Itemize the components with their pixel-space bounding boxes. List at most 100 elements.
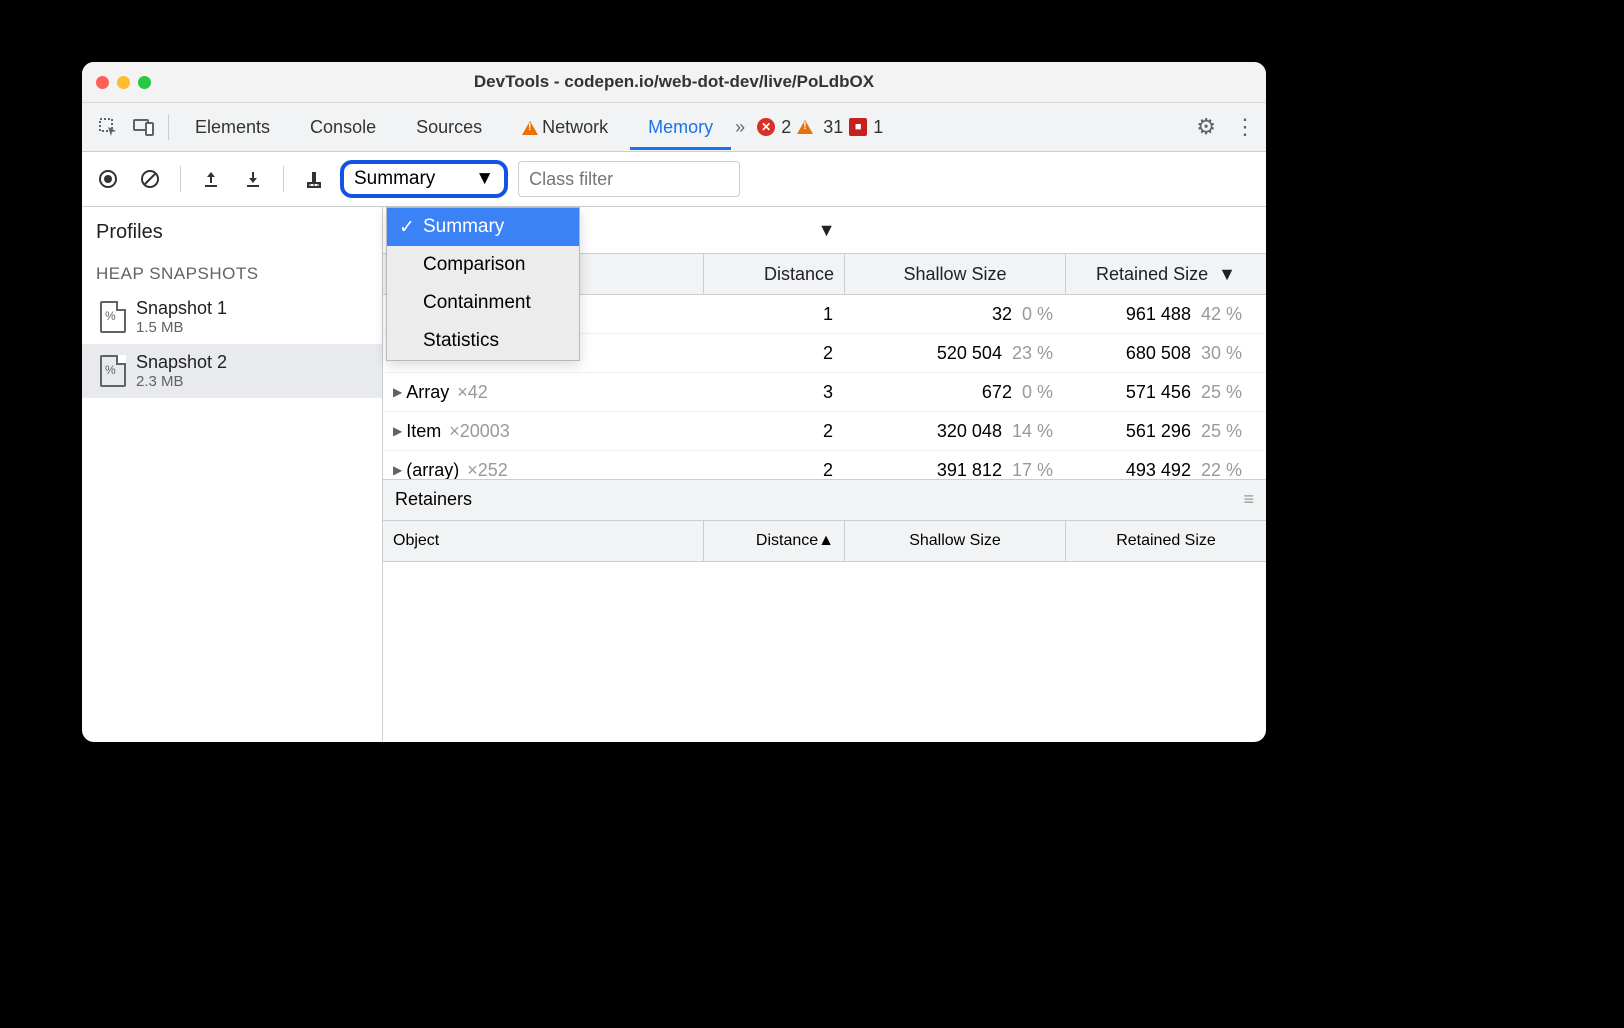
snapshot-icon: [100, 301, 126, 333]
memory-toolbar: Summary ▼: [82, 152, 1266, 207]
shallow-pct: 23 %: [1012, 343, 1053, 364]
issues-badge-icon[interactable]: ■: [849, 118, 867, 136]
separator: [180, 166, 181, 192]
retained-value: 680 508: [1126, 343, 1191, 364]
distance-value: 2: [703, 421, 843, 442]
snapshot-name: Snapshot 1: [136, 298, 227, 319]
inspect-icon[interactable]: [92, 111, 124, 143]
expand-icon[interactable]: ▶: [393, 424, 402, 438]
view-select-label: Summary: [354, 168, 435, 190]
sidebar-title: Profiles: [82, 207, 382, 258]
record-button[interactable]: [92, 163, 124, 195]
retained-pct: 25 %: [1201, 421, 1242, 442]
main-panel: Summary Comparison Containment Statistic…: [383, 207, 1266, 742]
tab-bar: Elements Console Sources Network Memory …: [82, 103, 1266, 152]
distance-value: 2: [703, 343, 843, 364]
retainers-col-retained[interactable]: Retained Size: [1066, 521, 1266, 561]
garbage-collect-icon[interactable]: [298, 163, 330, 195]
snapshot-size: 2.3 MB: [136, 373, 227, 390]
view-dropdown: Summary Comparison Containment Statistic…: [386, 207, 580, 361]
retained-pct: 22 %: [1201, 460, 1242, 479]
retainers-columns: Object Distance▲ Shallow Size Retained S…: [383, 520, 1266, 562]
error-count: 2: [781, 117, 791, 138]
instance-count: ×42: [457, 382, 488, 403]
sidebar-toggle-icon[interactable]: ≡: [1243, 489, 1254, 510]
dropdown-item-statistics[interactable]: Statistics: [387, 322, 579, 360]
upload-icon[interactable]: [195, 163, 227, 195]
shallow-pct: 0 %: [1022, 304, 1053, 325]
retained-pct: 30 %: [1201, 343, 1242, 364]
retainers-col-distance[interactable]: Distance▲: [704, 521, 845, 561]
column-shallow-size[interactable]: Shallow Size: [845, 254, 1066, 294]
warning-icon: [522, 121, 538, 135]
device-toggle-icon[interactable]: [128, 111, 160, 143]
devtools-window: DevTools - codepen.io/web-dot-dev/live/P…: [82, 62, 1266, 742]
more-options-icon[interactable]: ⋮: [1234, 114, 1256, 140]
constructor-name: (array): [406, 460, 459, 479]
tab-elements[interactable]: Elements: [177, 105, 288, 150]
column-distance[interactable]: Distance: [704, 254, 845, 294]
tab-console[interactable]: Console: [292, 105, 394, 150]
dropdown-item-containment[interactable]: Containment: [387, 284, 579, 322]
dropdown-arrow-icon: ▼: [475, 168, 494, 190]
sort-asc-icon: ▲: [818, 532, 834, 550]
retained-pct: 42 %: [1201, 304, 1242, 325]
more-tabs-icon[interactable]: »: [735, 117, 745, 138]
titlebar: DevTools - codepen.io/web-dot-dev/live/P…: [82, 62, 1266, 103]
snapshot-name: Snapshot 2: [136, 352, 227, 373]
retainers-col-shallow[interactable]: Shallow Size: [845, 521, 1066, 561]
clear-button[interactable]: [134, 163, 166, 195]
shallow-value: 32: [992, 304, 1012, 325]
zoom-window-button[interactable]: [138, 76, 151, 89]
warning-count: 31: [823, 117, 843, 138]
separator: [168, 114, 169, 140]
dropdown-item-comparison[interactable]: Comparison: [387, 246, 579, 284]
retainers-header: Retainers ≡: [383, 479, 1266, 520]
warning-badge-icon[interactable]: [797, 120, 813, 134]
retained-value: 493 492: [1126, 460, 1191, 479]
sidebar-section-header: HEAP SNAPSHOTS: [82, 258, 382, 290]
shallow-pct: 0 %: [1022, 382, 1053, 403]
issue-count: 1: [873, 117, 883, 138]
shallow-pct: 17 %: [1012, 460, 1053, 479]
profiles-sidebar: Profiles HEAP SNAPSHOTS Snapshot 1 1.5 M…: [82, 207, 383, 742]
table-row[interactable]: ▶ Item ×200032320 04814 %561 29625 %: [383, 412, 1266, 451]
retained-value: 571 456: [1126, 382, 1191, 403]
retainers-col-object[interactable]: Object: [383, 521, 704, 561]
retained-value: 961 488: [1126, 304, 1191, 325]
constructor-name: Array: [406, 382, 449, 403]
shallow-value: 391 812: [937, 460, 1002, 479]
constructor-name: Item: [406, 421, 441, 442]
retained-pct: 25 %: [1201, 382, 1242, 403]
distance-value: 3: [703, 382, 843, 403]
tab-memory[interactable]: Memory: [630, 105, 731, 150]
snapshot-item-1[interactable]: Snapshot 1 1.5 MB: [82, 290, 382, 344]
download-icon[interactable]: [237, 163, 269, 195]
distance-value: 1: [703, 304, 843, 325]
table-row[interactable]: ▶ Array ×42 3 672 0 % 571 456 25 %: [383, 373, 1266, 412]
instance-count: ×20003: [449, 421, 510, 442]
class-filter-input[interactable]: [518, 161, 740, 197]
tab-sources[interactable]: Sources: [398, 105, 500, 150]
expand-icon[interactable]: ▶: [393, 385, 402, 399]
close-window-button[interactable]: [96, 76, 109, 89]
tab-network[interactable]: Network: [504, 105, 626, 150]
snapshot-item-2[interactable]: Snapshot 2 2.3 MB: [82, 344, 382, 398]
expand-icon[interactable]: ▶: [393, 463, 402, 477]
distance-value: 2: [703, 460, 843, 479]
table-row[interactable]: ▶ (array) ×252 2 391 812 17 % 493 492 22 %: [383, 451, 1266, 479]
minimize-window-button[interactable]: [117, 76, 130, 89]
dropdown-arrow-icon: ▼: [818, 220, 836, 241]
instance-count: ×252: [467, 460, 508, 479]
settings-icon[interactable]: ⚙: [1196, 114, 1216, 140]
shallow-pct: 14 %: [1012, 421, 1053, 442]
shallow-value: 672: [982, 382, 1012, 403]
dropdown-item-summary[interactable]: Summary: [387, 208, 579, 246]
panel-body: Profiles HEAP SNAPSHOTS Snapshot 1 1.5 M…: [82, 207, 1266, 742]
shallow-value: 320 048: [937, 421, 1002, 442]
error-badge-icon[interactable]: ✕: [757, 118, 775, 136]
shallow-value: 520 504: [937, 343, 1002, 364]
column-retained-size[interactable]: Retained Size ▼: [1066, 254, 1266, 294]
view-select[interactable]: Summary ▼: [340, 160, 508, 198]
snapshot-icon: [100, 355, 126, 387]
